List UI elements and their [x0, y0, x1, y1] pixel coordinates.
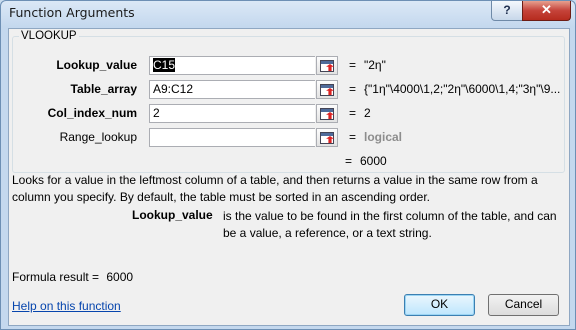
current-argument-name: Lookup_value — [132, 208, 213, 222]
dialog-body: VLOOKUP Lookup_value C15 = "2η" Table_ar… — [8, 28, 570, 326]
close-button[interactable]: ✕ — [522, 1, 571, 21]
formula-result-label: Formula result = — [12, 270, 100, 284]
equals-sign: = — [349, 82, 357, 96]
lookup-value-result: "2η" — [364, 58, 386, 72]
lookup-value-input[interactable]: C15 — [149, 56, 315, 75]
equals-sign: = — [349, 130, 357, 144]
overall-result: 6000 — [360, 154, 387, 168]
ok-button[interactable]: OK — [404, 294, 475, 316]
help-button[interactable]: ? — [491, 1, 523, 21]
table-array-label: Table_array — [70, 82, 138, 96]
table-array-result: {"1η"\4000\1,2;"2η"\6000\1,4;"3η"\9... — [364, 82, 561, 96]
equals-sign: = — [349, 106, 357, 120]
function-arguments-dialog: Function Arguments ? ✕ VLOOKUP Lookup_va… — [0, 0, 576, 330]
title-bar[interactable]: Function Arguments ? ✕ — [1, 1, 575, 27]
table-array-collapse-button[interactable] — [316, 80, 338, 99]
range-lookup-input[interactable] — [149, 128, 315, 147]
range-lookup-label: Range_lookup — [59, 130, 137, 144]
range-lookup-result: logical — [364, 130, 403, 144]
dialog-title: Function Arguments — [9, 5, 135, 20]
range-lookup-collapse-button[interactable] — [316, 128, 338, 147]
cancel-button[interactable]: Cancel — [488, 294, 559, 316]
lookup-value-text: C15 — [153, 58, 176, 72]
col-index-num-input[interactable]: 2 — [149, 104, 315, 123]
col-index-num-result: 2 — [364, 106, 371, 120]
function-name: VLOOKUP — [19, 30, 79, 42]
col-index-num-label: Col_index_num — [47, 106, 137, 120]
function-description: Looks for a value in the leftmost column… — [12, 173, 538, 204]
arguments-group: VLOOKUP Lookup_value C15 = "2η" Table_ar… — [12, 30, 565, 173]
lookup-value-label: Lookup_value — [56, 58, 137, 72]
equals-sign: = — [349, 58, 357, 72]
table-array-input[interactable]: A9:C12 — [149, 80, 315, 99]
equals-sign: = — [345, 154, 353, 168]
lookup-value-collapse-button[interactable] — [316, 56, 338, 75]
formula-result-value: 6000 — [106, 270, 134, 284]
help-on-function-link[interactable]: Help on this function — [12, 299, 121, 313]
formula-result: Formula result = 6000 — [12, 270, 133, 284]
current-argument-description: is the value to be found in the first co… — [223, 209, 557, 240]
col-index-num-collapse-button[interactable] — [316, 104, 338, 123]
